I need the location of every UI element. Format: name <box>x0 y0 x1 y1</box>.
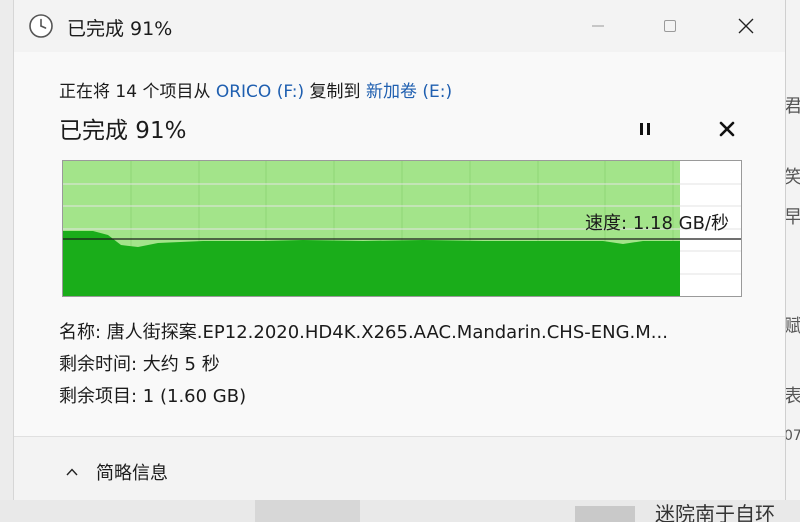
destination-link[interactable]: 新加卷 (E:) <box>366 82 452 102</box>
chevron-up-icon <box>66 468 78 476</box>
cancel-button[interactable] <box>716 118 738 140</box>
fewer-details-label: 简略信息 <box>96 463 168 484</box>
background-glyph: 早 <box>784 207 800 228</box>
background-text: 迷院南于自环 <box>655 502 775 522</box>
copy-progress-dialog: 已完成 91% 正在将 14 个项目从 ORICO (F:) 复制到 新加卷 (… <box>13 0 786 500</box>
background-glyph: 07 <box>784 428 800 444</box>
copy-prefix: 正在将 14 个项目从 <box>59 82 216 102</box>
background-glyph: 笑 <box>784 167 800 188</box>
file-name-row: 名称: 唐人街探案.EP12.2020.HD4K.X265.AAC.Mandar… <box>59 318 668 344</box>
background-thumbnail <box>575 506 635 522</box>
progress-heading: 已完成 91% <box>59 118 187 144</box>
time-remaining-row: 剩余时间: 大约 5 秒 <box>59 350 220 376</box>
maximize-icon <box>664 20 676 32</box>
file-name-label: 名称: <box>59 322 107 343</box>
speed-label: 速度: 1.18 GB/秒 <box>585 213 729 234</box>
close-icon <box>738 18 754 34</box>
clock-icon <box>28 13 54 39</box>
close-button[interactable] <box>730 10 762 42</box>
items-remaining-value: 1 (1.60 GB) <box>142 386 247 407</box>
background-logo <box>255 500 360 522</box>
window-title: 已完成 91% <box>67 18 173 40</box>
items-remaining-row: 剩余项目: 1 (1.60 GB) <box>59 382 246 408</box>
cancel-icon <box>719 121 735 137</box>
minimize-icon <box>592 25 604 27</box>
dialog-footer: 简略信息 <box>14 436 785 500</box>
transfer-speed-graph: 速度: 1.18 GB/秒 <box>62 160 742 297</box>
background-glyph: 赋 <box>784 316 800 337</box>
minimize-button[interactable] <box>582 10 614 42</box>
title-bar[interactable]: 已完成 91% <box>14 0 785 52</box>
fewer-details-toggle[interactable]: 简略信息 <box>64 459 168 485</box>
source-link[interactable]: ORICO (F:) <box>216 82 304 102</box>
copy-middle: 复制到 <box>304 82 366 102</box>
time-remaining-label: 剩余时间: <box>59 354 143 375</box>
background-glyph: 表 <box>784 386 800 407</box>
items-remaining-label: 剩余项目: <box>59 386 143 407</box>
maximize-button[interactable] <box>654 10 686 42</box>
time-remaining-value: 大约 5 秒 <box>142 354 220 375</box>
pause-button[interactable] <box>634 118 656 140</box>
pause-icon <box>640 123 650 135</box>
file-name-value: 唐人街探案.EP12.2020.HD4K.X265.AAC.Mandarin.C… <box>106 322 668 343</box>
copy-description: 正在将 14 个项目从 ORICO (F:) 复制到 新加卷 (E:) <box>59 77 452 102</box>
background-glyph: 君 <box>784 96 800 117</box>
